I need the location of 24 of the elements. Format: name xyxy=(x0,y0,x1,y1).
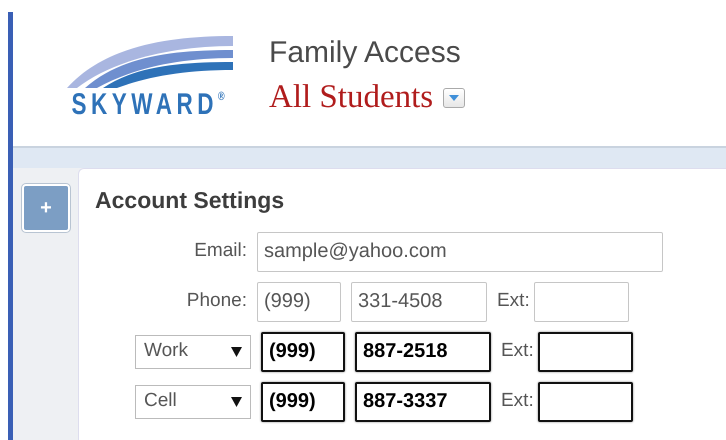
field-label: Ext: xyxy=(501,339,534,364)
area-code-field[interactable]: (999) xyxy=(257,282,341,322)
dropdown-button[interactable] xyxy=(443,88,466,108)
area-code-field[interactable]: (999) xyxy=(261,332,345,372)
phone-number-field[interactable]: 887-3337 xyxy=(355,382,491,422)
app-title: Family Access xyxy=(269,36,462,69)
phone-type-select[interactable]: Work xyxy=(135,334,251,368)
logo-text: SKYWARD® xyxy=(71,90,225,120)
field-label: Ext: xyxy=(497,289,530,314)
field-label: Email: xyxy=(193,239,247,264)
caret-icon xyxy=(231,346,242,356)
field-label: Phone: xyxy=(186,289,247,314)
extension-field[interactable] xyxy=(538,382,633,422)
caret-icon xyxy=(449,94,460,101)
area-code-field[interactable]: (999) xyxy=(261,382,345,422)
field-label: Ext: xyxy=(501,389,534,414)
extension-field[interactable] xyxy=(538,332,633,372)
section-title: Account Settings xyxy=(95,186,286,215)
phone-number-field[interactable]: 331-4508 xyxy=(351,282,487,322)
phone-number-field[interactable]: 887-2518 xyxy=(355,332,491,372)
email-field[interactable]: sample@yahoo.com xyxy=(257,232,663,272)
student-selector[interactable]: All Students xyxy=(269,73,434,122)
phone-type-select[interactable]: Cell xyxy=(135,384,251,418)
caret-icon xyxy=(231,396,242,406)
